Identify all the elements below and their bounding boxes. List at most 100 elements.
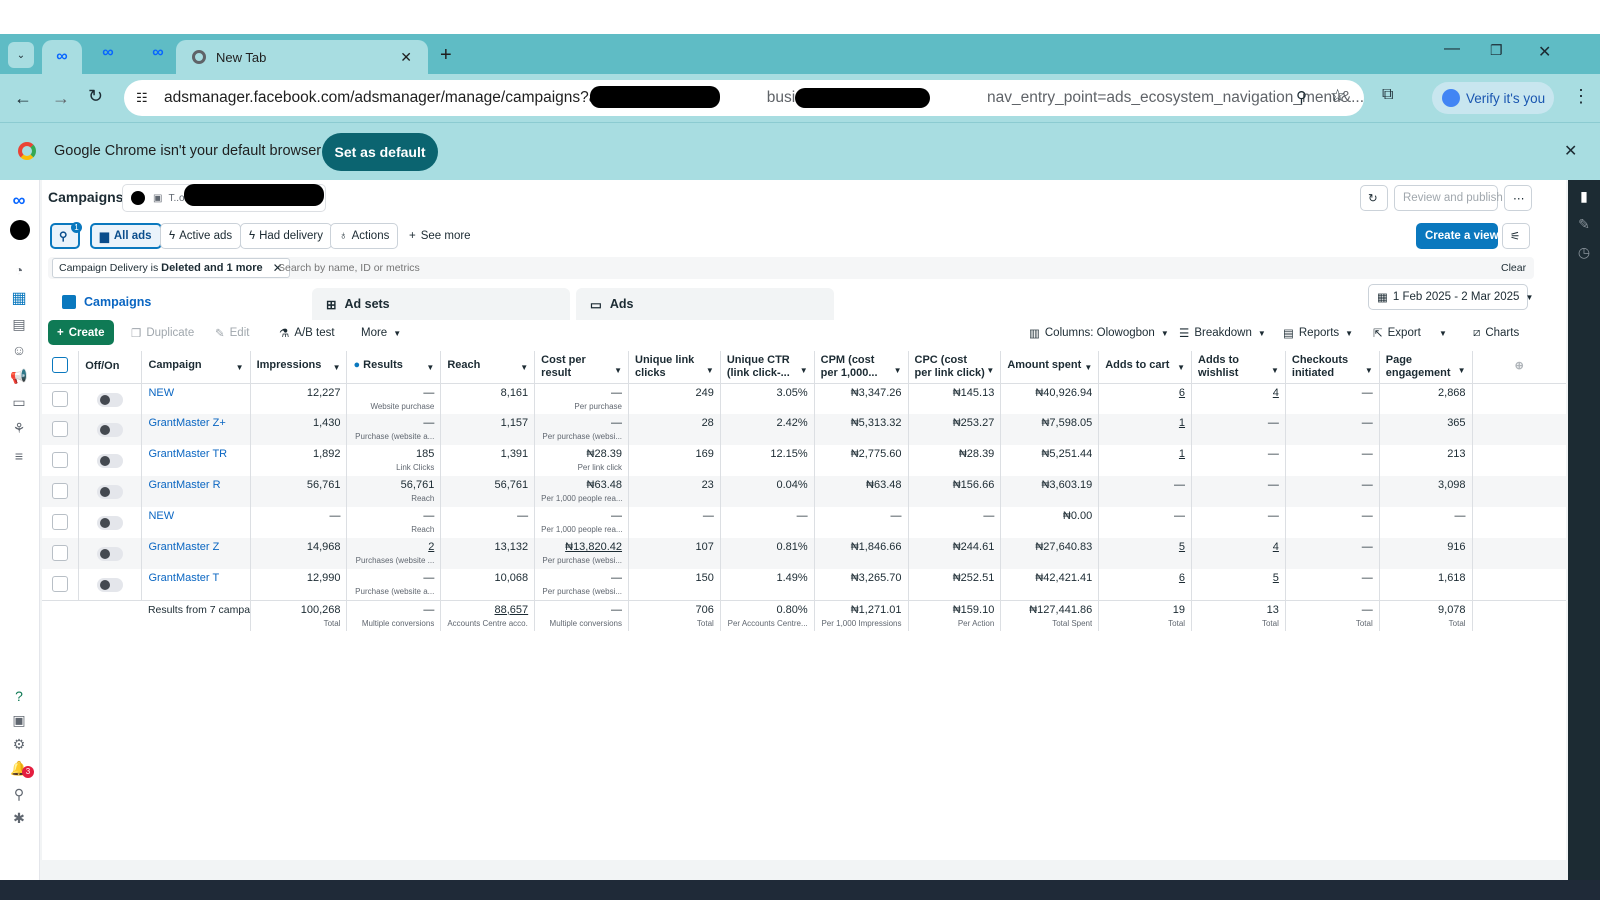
all-ads-filter[interactable]: ▆ All ads: [90, 223, 162, 249]
edit-pencil-icon[interactable]: ✎: [1574, 214, 1594, 234]
row-select-cell[interactable]: [42, 445, 80, 476]
tab-search-button[interactable]: ⌄: [8, 42, 34, 68]
billing-icon[interactable]: ▭: [9, 392, 29, 412]
row-select-cell[interactable]: [42, 569, 80, 600]
bookmark-star-icon[interactable]: ☆: [1330, 86, 1345, 106]
campaign-toggle[interactable]: [97, 547, 124, 561]
row-toggle-cell[interactable]: [78, 507, 143, 538]
campaign-name-cell[interactable]: GrantMaster R: [141, 476, 251, 507]
duplicate-button[interactable]: ❐ Duplicate: [122, 320, 204, 346]
view-settings-button[interactable]: ⚟: [1502, 223, 1530, 249]
reports-dropdown[interactable]: ▤ Reports ▼: [1274, 320, 1363, 346]
col-cpm[interactable]: ▼ CPM (cost per 1,000...: [814, 351, 909, 384]
date-range-picker[interactable]: ▦ 1 Feb 2025 - 2 Mar 2025 ▼: [1368, 284, 1533, 310]
campaign-name-link[interactable]: NEW: [148, 510, 174, 522]
clear-filters-link[interactable]: Clear: [1501, 262, 1526, 274]
campaign-name-cell[interactable]: GrantMaster Z: [141, 538, 251, 569]
campaign-name-cell[interactable]: NEW: [141, 507, 251, 538]
review-publish-button[interactable]: Review and publish: [1394, 185, 1503, 211]
campaign-name-cell[interactable]: GrantMaster Z+: [141, 414, 251, 445]
campaign-toggle[interactable]: [97, 454, 124, 468]
dashboard-icon[interactable]: ◔: [9, 260, 29, 280]
col-reach[interactable]: Reach ▼: [440, 351, 536, 384]
col-add-column[interactable]: ⊕: [1472, 351, 1566, 384]
col-unique-link-clicks[interactable]: ▼ Unique link clicks: [628, 351, 721, 384]
forward-icon[interactable]: →: [52, 88, 70, 109]
col-cpc[interactable]: ▼ CPC (cost per link click): [908, 351, 1002, 384]
campaign-name-link[interactable]: NEW: [148, 387, 174, 399]
all-tools-icon[interactable]: ≡: [9, 446, 29, 466]
zoom-icon[interactable]: ⚲: [1296, 88, 1307, 106]
campaign-toggle[interactable]: [97, 485, 124, 499]
row-toggle-cell[interactable]: [78, 476, 143, 507]
select-all-cell[interactable]: [42, 351, 80, 384]
campaign-name-cell[interactable]: GrantMaster TR: [141, 445, 251, 476]
col-adds-to-wishlist[interactable]: ▼ Adds to wishlist: [1191, 351, 1286, 384]
table-row[interactable]: GrantMaster TR 1,892 185 Link Clicks 1,391 ₦2…: [42, 445, 1566, 476]
campaign-name-link[interactable]: GrantMaster Z+: [148, 417, 225, 429]
export-options-dropdown[interactable]: ▼: [1430, 320, 1456, 346]
table-row[interactable]: NEW — — Reach — — Per 1,000 people rea... — — — — ₦…: [42, 507, 1566, 538]
table-row[interactable]: GrantMaster T 12,990— Purchase (website a.…: [42, 569, 1566, 600]
account-avatar[interactable]: [10, 220, 30, 240]
bug-report-icon[interactable]: ✱: [9, 808, 29, 828]
row-select-cell[interactable]: [42, 414, 80, 445]
ads-megaphone-icon[interactable]: 📢: [9, 366, 29, 386]
tab-ads[interactable]: ▭ Ads: [576, 288, 834, 320]
insights-chart-icon[interactable]: ▮: [1574, 186, 1594, 206]
campaign-name-link[interactable]: GrantMaster R: [148, 479, 220, 491]
row-select-cell[interactable]: [42, 538, 80, 569]
meta-logo-icon[interactable]: ∞: [9, 190, 29, 210]
refresh-button[interactable]: ↻: [1360, 185, 1388, 211]
col-amount-spent[interactable]: Amount spent ▼: [1000, 351, 1100, 384]
campaign-name-cell[interactable]: GrantMaster T: [141, 569, 251, 600]
campaign-name-link[interactable]: GrantMaster Z: [148, 541, 219, 553]
col-checkouts-initiated[interactable]: ▼ Checkouts initiated: [1285, 351, 1380, 384]
row-toggle-cell[interactable]: [78, 538, 143, 569]
col-adds-to-cart[interactable]: Adds to cart ▼: [1098, 351, 1193, 384]
col-campaign[interactable]: Campaign ▼: [141, 351, 251, 384]
settings-gear-icon[interactable]: ⚙: [9, 734, 29, 754]
campaign-name-link[interactable]: GrantMaster T: [148, 572, 219, 584]
campaign-toggle[interactable]: [97, 516, 124, 530]
campaign-name-cell[interactable]: NEW: [141, 383, 251, 414]
create-view-button[interactable]: Create a view: [1416, 223, 1499, 249]
minimize-button[interactable]: —: [1444, 40, 1460, 58]
export-button[interactable]: ⇱ Export: [1364, 320, 1430, 346]
ab-test-button[interactable]: ⚗ A/B test: [270, 320, 344, 346]
row-checkbox[interactable]: [52, 576, 69, 592]
campaign-toggle[interactable]: [97, 578, 124, 592]
header-more-button[interactable]: ⋯: [1504, 185, 1532, 211]
row-checkbox[interactable]: [52, 452, 69, 468]
news-icon[interactable]: ▣: [9, 710, 29, 730]
tab-meta-3[interactable]: ∞: [146, 44, 170, 68]
col-unique-ctr[interactable]: ▼ Unique CTR (link click-...: [720, 351, 815, 384]
table-row[interactable]: GrantMaster Z+ 1,430— Purchase (website a.…: [42, 414, 1566, 445]
table-row[interactable]: GrantMaster Z 14,968 2 Purchases (website .…: [42, 538, 1566, 569]
row-checkbox[interactable]: [52, 390, 69, 407]
row-toggle-cell[interactable]: [78, 383, 143, 414]
tab-meta-1[interactable]: ∞: [42, 40, 82, 74]
charts-button[interactable]: ⧄ Charts: [1464, 320, 1529, 346]
active-ads-filter[interactable]: ϟ Active ads: [160, 223, 242, 249]
see-more-filter[interactable]: + See more: [400, 223, 480, 249]
tab-meta-2[interactable]: ∞: [96, 44, 120, 68]
tab-ad-sets[interactable]: ⊞ Ad sets: [312, 288, 570, 320]
campaign-name-link[interactable]: GrantMaster TR: [148, 448, 227, 460]
history-clock-icon[interactable]: ◷: [1574, 242, 1594, 262]
select-all-checkbox[interactable]: [52, 356, 69, 373]
search-input[interactable]: [278, 259, 878, 277]
edit-button[interactable]: ✎ Edit: [206, 320, 259, 346]
row-checkbox[interactable]: [52, 421, 69, 437]
business-settings-icon[interactable]: ⚘: [9, 418, 29, 438]
close-window-button[interactable]: ✕: [1538, 42, 1551, 62]
reporting-icon[interactable]: ▤: [9, 314, 29, 334]
site-info-icon[interactable]: ☷: [136, 90, 148, 106]
col-page-engagement[interactable]: ▼ Page engagement: [1379, 351, 1473, 384]
row-checkbox[interactable]: [52, 514, 69, 530]
tab-new-tab[interactable]: New Tab ✕: [176, 40, 428, 74]
extensions-icon[interactable]: ⧉: [1382, 86, 1393, 104]
columns-dropdown[interactable]: ▥ Columns: Olowogbon ▼: [1020, 320, 1178, 346]
new-tab-button[interactable]: +: [440, 44, 452, 67]
audiences-icon[interactable]: ☺: [9, 340, 29, 360]
